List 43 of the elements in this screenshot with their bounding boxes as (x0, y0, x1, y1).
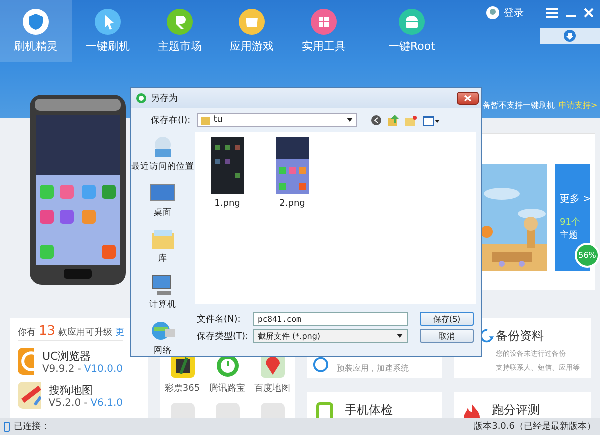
dialog-title: 另存为 (151, 92, 178, 104)
cancel-button[interactable]: 取消 (420, 329, 474, 343)
tool-title: 手机体检 (345, 402, 393, 418)
progress-badge: 56% (575, 243, 600, 268)
save-in-label: 保存在(I): (151, 114, 191, 126)
version-separator: - (84, 398, 88, 408)
tool-title: 备份资料 (496, 328, 545, 345)
nav-tab[interactable]: 实用工具 (288, 0, 360, 62)
latest-version: V6.1.0 (90, 398, 123, 408)
place-item[interactable]: 桌面 (149, 181, 177, 219)
latest-version: V10.0.0 (84, 364, 123, 374)
place-item[interactable]: 最近访问的位置 (132, 135, 194, 173)
updates-label: 款应用可升级 (58, 326, 113, 339)
current-version: V5.2.0 (48, 398, 82, 408)
file-name-label: 文件名(N): (197, 314, 242, 326)
tool-title: 跑分评测 (492, 402, 540, 418)
updates-label: 你有 (18, 326, 36, 339)
save-button[interactable]: 保存(S) (420, 312, 474, 326)
nav-tab[interactable]: 主题市场 (144, 0, 216, 62)
file-item[interactable]: 2.png (276, 137, 309, 304)
connection-status: 已连接： (14, 420, 50, 433)
nav-tab[interactable]: 应用游戏 (216, 0, 288, 62)
place-item[interactable]: 计算机 (149, 273, 177, 311)
app-name: UC浏览器 (42, 348, 92, 364)
tool-card[interactable]: 跑分评测 (454, 392, 591, 418)
update-count: 13 (39, 324, 56, 339)
nav-tab[interactable]: 一键Root (376, 0, 448, 62)
version-text: 版本3.0.6（已经是最新版本） (474, 420, 596, 433)
tool-card[interactable]: 手机体检 (307, 392, 442, 418)
tool-description: 预装应用，加速系统 (337, 363, 409, 374)
place-item[interactable]: 网络 (149, 319, 177, 357)
file-type-dropdown[interactable]: 截屏文件 (*.png) (253, 329, 408, 343)
app-name: 搜狗地图 (48, 382, 94, 398)
folder-dropdown[interactable]: tu (196, 113, 357, 127)
file-type-label: 保存类型(T): (197, 330, 250, 342)
notice-text: 备暂不支持一键刷机 (483, 100, 555, 111)
file-item[interactable]: 1.png (211, 137, 244, 304)
version-separator: - (78, 364, 82, 374)
nav-tab[interactable]: 一键刷机 (72, 0, 144, 62)
place-item[interactable]: 库 (149, 227, 177, 265)
login-button[interactable]: 登录 (486, 6, 524, 20)
file-name-field[interactable]: pc841.com (253, 312, 408, 326)
current-version: V9.9.2 (42, 364, 75, 374)
